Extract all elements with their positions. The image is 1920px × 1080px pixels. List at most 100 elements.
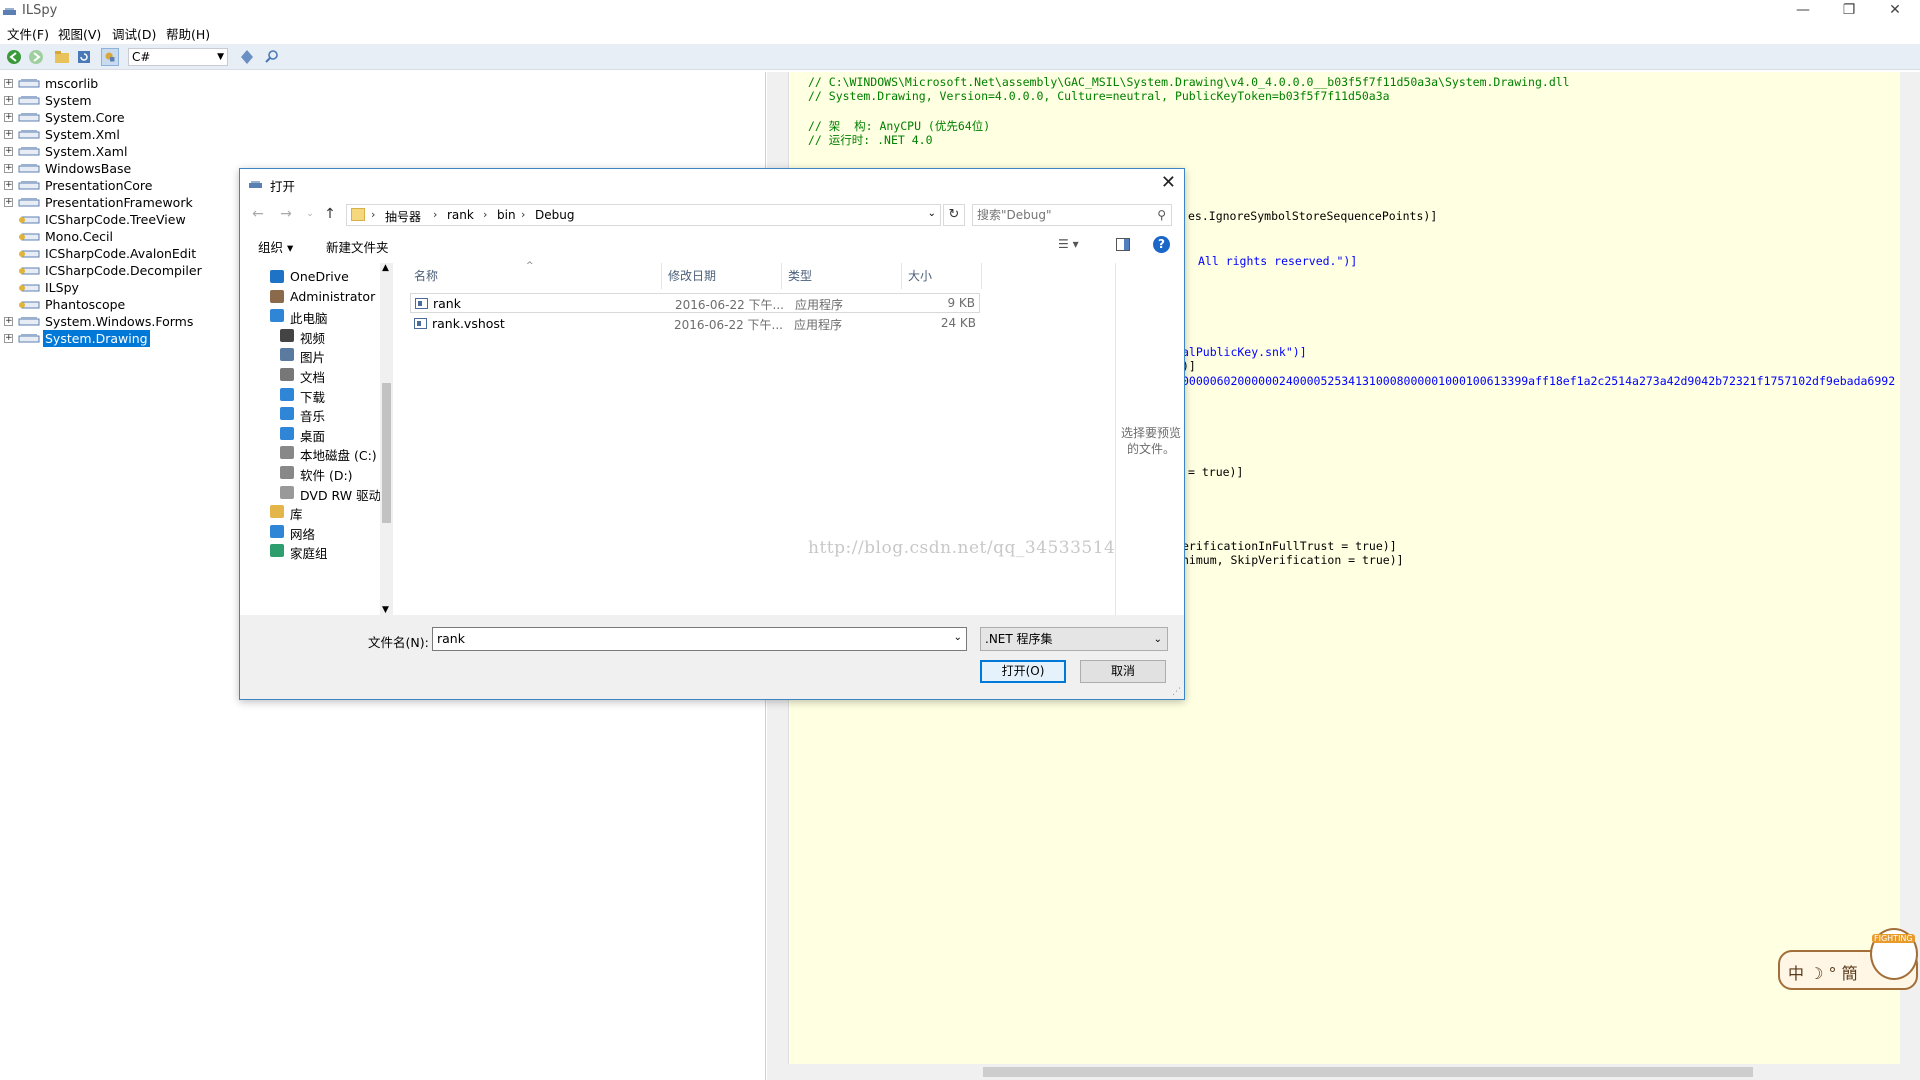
tree-node-label: ILSpy	[45, 280, 79, 295]
open-button[interactable]: 打开(O)	[980, 660, 1066, 683]
assembly-reference-icon	[19, 267, 40, 275]
breadcrumb-item[interactable]: bin	[497, 208, 516, 222]
search-icon[interactable]	[263, 48, 281, 66]
maximize-button[interactable]: ❐	[1826, 0, 1872, 22]
column-header-type[interactable]: 类型	[782, 263, 902, 289]
menu-view[interactable]: 视图(V)	[58, 24, 101, 43]
expand-icon[interactable]: +	[4, 113, 13, 122]
expand-icon[interactable]: +	[4, 181, 13, 190]
refresh-button[interactable]: ↻	[943, 204, 965, 226]
back-icon[interactable]	[5, 48, 23, 66]
tree-node-label: PresentationFramework	[45, 195, 193, 210]
menu-debug[interactable]: 调试(D)	[112, 24, 156, 43]
dialog-close-button[interactable]: ✕	[1161, 172, 1176, 193]
nav-item-label: 网络	[290, 526, 316, 542]
nav-scrollbar[interactable]: ▲ ▼	[380, 263, 393, 615]
expand-icon[interactable]: +	[4, 334, 13, 343]
column-header-name[interactable]: 名称	[408, 263, 662, 289]
file-type-filter[interactable]: .NET 程序集 ⌄	[980, 627, 1168, 651]
help-button[interactable]: ?	[1153, 236, 1170, 253]
code-fragment: 0000060200000024000052534131000800000100…	[1182, 374, 1896, 388]
scroll-down-icon[interactable]: ▼	[382, 605, 389, 615]
assembly-reference-icon	[19, 250, 40, 258]
title-bar: ILSpy — ❐ ✕	[0, 0, 1920, 22]
nav-item-label: 家庭组	[290, 546, 328, 562]
code-comment-line: // C:\WINDOWS\Microsoft.Net\assembly\GAC…	[808, 75, 1570, 89]
nav-item-label: Administrator	[290, 288, 376, 304]
assembly-icon	[18, 334, 40, 343]
column-header-size[interactable]: 大小	[902, 263, 982, 289]
preview-pane-button[interactable]	[1116, 238, 1130, 251]
view-options-button[interactable]: ☰ ▾	[1058, 237, 1079, 251]
ime-status-bar[interactable]: 中 ☽ ° 簡 FIGHTING	[1778, 928, 1918, 990]
filename-input[interactable]	[437, 631, 937, 646]
chevron-down-icon: ▼	[217, 52, 224, 62]
dialog-app-icon	[249, 181, 262, 188]
assembly-icon	[18, 96, 40, 105]
code-fragment: erificationInFullTrust = true)]	[1182, 539, 1397, 553]
drive-icon	[280, 446, 294, 460]
back-arrow-icon[interactable]: ←	[250, 206, 266, 222]
organize-button[interactable]: 组织 ▾	[258, 237, 293, 256]
expand-icon[interactable]: +	[4, 79, 13, 88]
dialog-title-bar: 打开 ✕	[240, 169, 1184, 199]
cancel-button[interactable]: 取消	[1080, 660, 1166, 683]
up-arrow-icon[interactable]: ↑	[322, 206, 338, 222]
breadcrumb-item[interactable]: rank	[447, 208, 474, 222]
navigate-icon[interactable]	[238, 48, 256, 66]
nav-item-label: 桌面	[300, 428, 326, 444]
breadcrumb-separator: ›	[433, 208, 438, 221]
scroll-thumb[interactable]	[382, 383, 391, 523]
scroll-up-icon[interactable]: ▲	[382, 263, 389, 273]
horizontal-scrollbar[interactable]	[773, 1064, 1900, 1080]
file-size: 9 KB	[947, 296, 975, 310]
search-box[interactable]: ⚲	[972, 204, 1172, 226]
chevron-down-icon[interactable]: ⌄	[928, 208, 936, 219]
tree-node-label: Phantoscope	[45, 297, 126, 312]
tree-node-label: System.Xml	[45, 127, 120, 142]
nav-item-label: OneDrive	[290, 269, 349, 284]
resize-grip-icon[interactable]: ⋰	[1172, 687, 1182, 697]
file-type: 应用程序	[794, 318, 843, 332]
search-input[interactable]	[977, 207, 1147, 223]
code-comment-line: // System.Drawing, Version=4.0.0.0, Cult…	[808, 89, 1390, 103]
expand-icon[interactable]: +	[4, 96, 13, 105]
address-row: ← → ⌄ ↑ › 抽号器 › rank › bin › Debug ⌄ ↻ ⚲	[240, 199, 1184, 229]
file-row[interactable]: rank 2016-06-22 下午... 应用程序 9 KB	[410, 293, 980, 313]
menu-help[interactable]: 帮助(H)	[166, 24, 210, 43]
breadcrumb-item[interactable]: 抽号器	[385, 208, 421, 225]
show-internal-icon[interactable]	[101, 48, 119, 66]
open-folder-icon[interactable]	[53, 48, 71, 66]
tree-node-label: Mono.Cecil	[45, 229, 113, 244]
file-name: rank.vshost	[432, 316, 505, 331]
column-header-date[interactable]: 修改日期	[662, 263, 782, 289]
nav-item-label: DVD RW 驱动	[300, 487, 382, 503]
command-bar: 组织 ▾ 新建文件夹 ☰ ▾ ?	[240, 231, 1184, 259]
open-file-dialog: 打开 ✕ ← → ⌄ ↑ › 抽号器 › rank › bin › Debug …	[239, 168, 1185, 700]
expand-icon[interactable]: +	[4, 198, 13, 207]
chevron-down-icon[interactable]: ⌄	[954, 632, 962, 643]
expand-icon[interactable]: +	[4, 317, 13, 326]
recent-dropdown-icon[interactable]: ⌄	[302, 206, 318, 222]
language-selector[interactable]: C# ▼	[128, 48, 228, 66]
expand-icon[interactable]: +	[4, 147, 13, 156]
scroll-thumb[interactable]	[983, 1067, 1753, 1077]
tree-node-label: ICSharpCode.TreeView	[45, 212, 186, 227]
new-folder-button[interactable]: 新建文件夹	[326, 237, 389, 256]
close-button[interactable]: ✕	[1872, 0, 1918, 22]
forward-icon[interactable]	[27, 48, 45, 66]
vertical-scrollbar[interactable]	[1900, 72, 1920, 1080]
forward-arrow-icon[interactable]: →	[278, 206, 294, 222]
file-row[interactable]: rank.vshost 2016-06-22 下午... 应用程序 24 KB	[410, 314, 980, 334]
breadcrumb-item[interactable]: Debug	[535, 208, 574, 222]
menu-file[interactable]: 文件(F)	[7, 24, 49, 43]
expand-icon[interactable]: +	[4, 164, 13, 173]
navigation-pane: OneDrive Administrator 此电脑 视频 图片 文档 下载 音乐 桌面 本地磁盘…	[240, 263, 393, 615]
expand-icon[interactable]: +	[4, 130, 13, 139]
minimize-button[interactable]: —	[1780, 0, 1826, 22]
address-bar[interactable]: › 抽号器 › rank › bin › Debug ⌄	[346, 204, 941, 226]
filename-label: 文件名(N):	[368, 635, 429, 650]
drive-icon	[280, 466, 294, 479]
filename-combobox[interactable]: ⌄	[432, 627, 967, 651]
reload-icon[interactable]	[75, 48, 93, 66]
